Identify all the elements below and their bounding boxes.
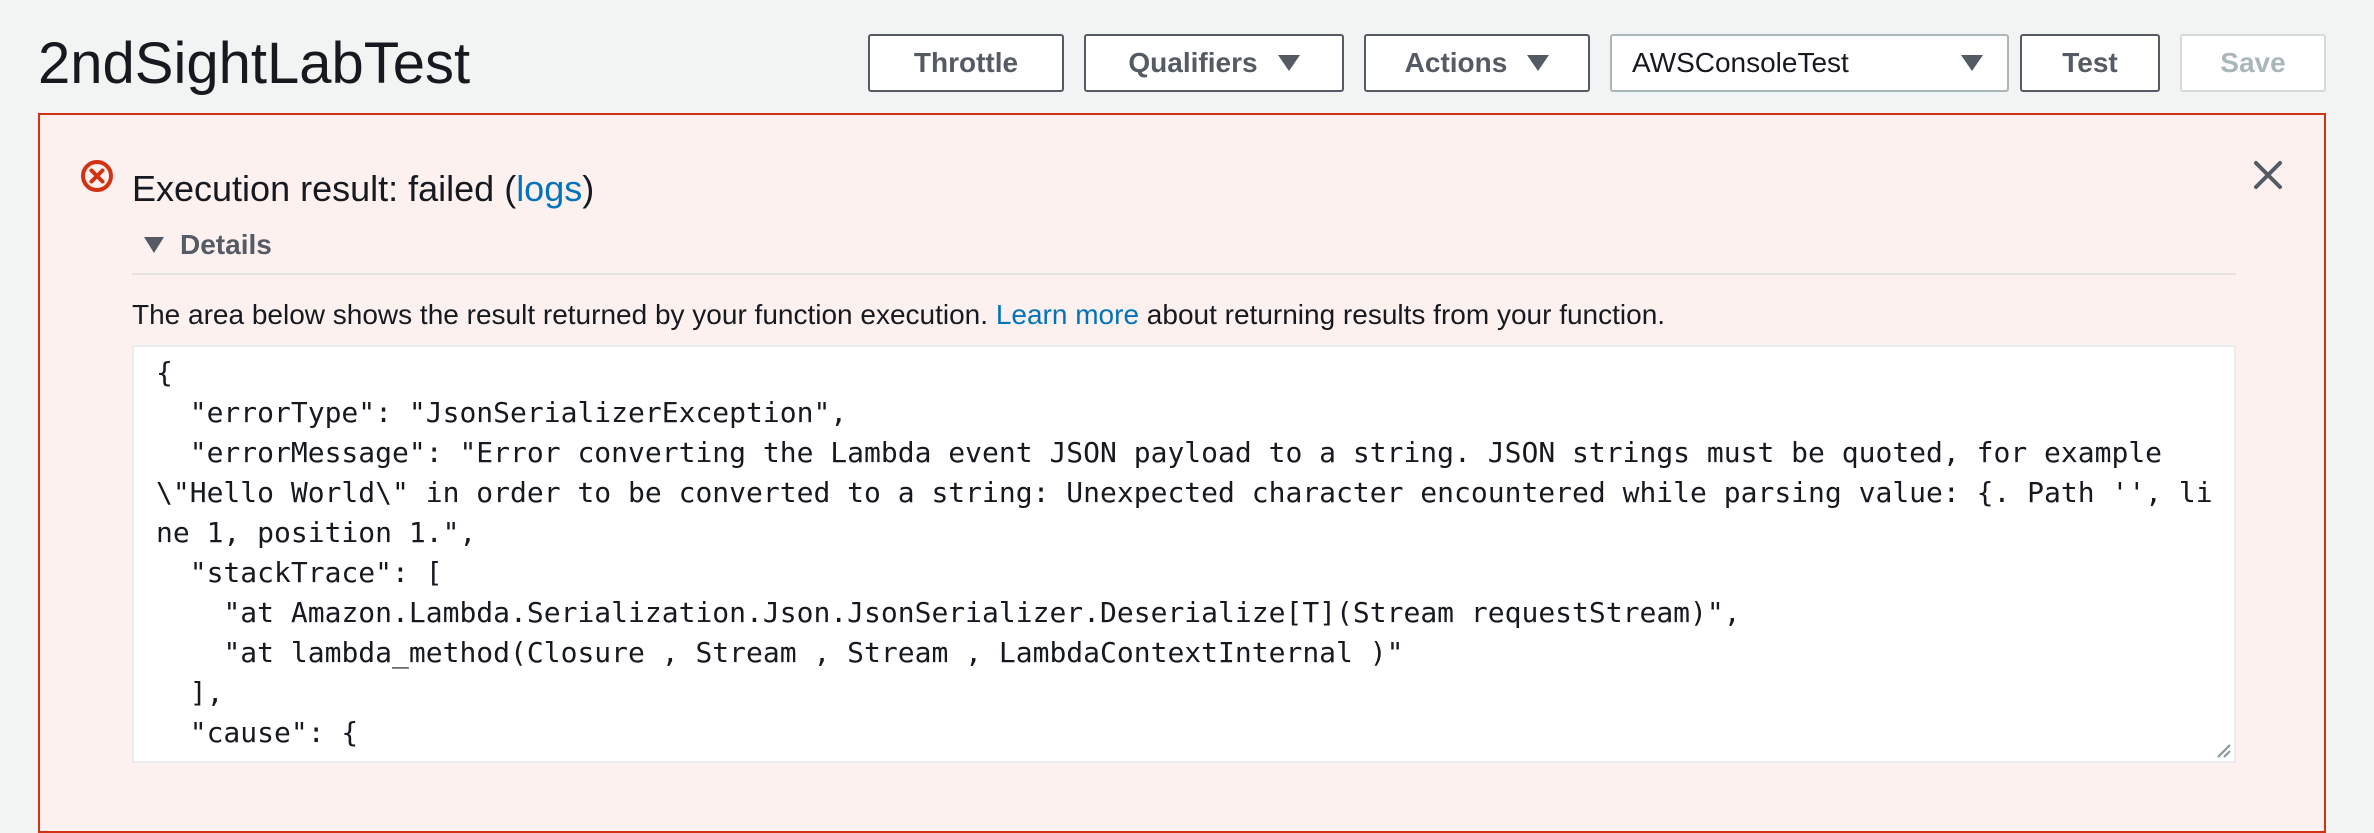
result-title-prefix: Execution result: failed (: [132, 168, 517, 209]
actions-button-label: Actions: [1404, 47, 1508, 78]
error-circle-icon: [81, 160, 113, 192]
details-label: Details: [180, 229, 272, 260]
execution-result-title: Execution result: failed (logs): [132, 165, 594, 213]
test-event-select[interactable]: AWSConsoleTest: [1610, 34, 2009, 92]
save-button-label: Save: [2220, 47, 2286, 78]
resize-handle-icon[interactable]: [2214, 741, 2232, 759]
result-output-text: { "errorType": "JsonSerializerException"…: [156, 356, 2213, 761]
actions-button[interactable]: Actions: [1364, 34, 1590, 92]
caret-down-icon: [1527, 55, 1550, 71]
test-button-label: Test: [2062, 47, 2118, 78]
result-title-suffix: ): [582, 168, 595, 209]
learn-more-link[interactable]: Learn more: [996, 299, 1139, 330]
save-button[interactable]: Save: [2180, 34, 2326, 92]
logs-link[interactable]: logs: [516, 168, 582, 209]
function-name-title: 2ndSightLabTest: [38, 31, 471, 96]
result-output-box[interactable]: { "errorType": "JsonSerializerException"…: [132, 345, 2236, 763]
throttle-button-label: Throttle: [913, 47, 1019, 78]
qualifiers-button[interactable]: Qualifiers: [1084, 34, 1344, 92]
details-toggle[interactable]: Details: [144, 229, 272, 261]
details-divider: [132, 273, 2236, 275]
qualifiers-button-label: Qualifiers: [1128, 47, 1258, 78]
description-suffix: about returning results from your functi…: [1139, 299, 1666, 330]
test-event-select-value: AWSConsoleTest: [1632, 47, 1849, 78]
throttle-button[interactable]: Throttle: [868, 34, 1064, 92]
caret-down-icon: [1277, 55, 1300, 71]
test-button[interactable]: Test: [2020, 34, 2160, 92]
close-icon[interactable]: [2250, 157, 2286, 193]
caret-down-icon: [144, 237, 164, 253]
result-description: The area below shows the result returned…: [132, 295, 1665, 335]
execution-result-panel: Execution result: failed (logs) Details …: [38, 113, 2326, 833]
description-prefix: The area below shows the result returned…: [132, 299, 996, 330]
caret-down-icon: [1961, 55, 1983, 71]
